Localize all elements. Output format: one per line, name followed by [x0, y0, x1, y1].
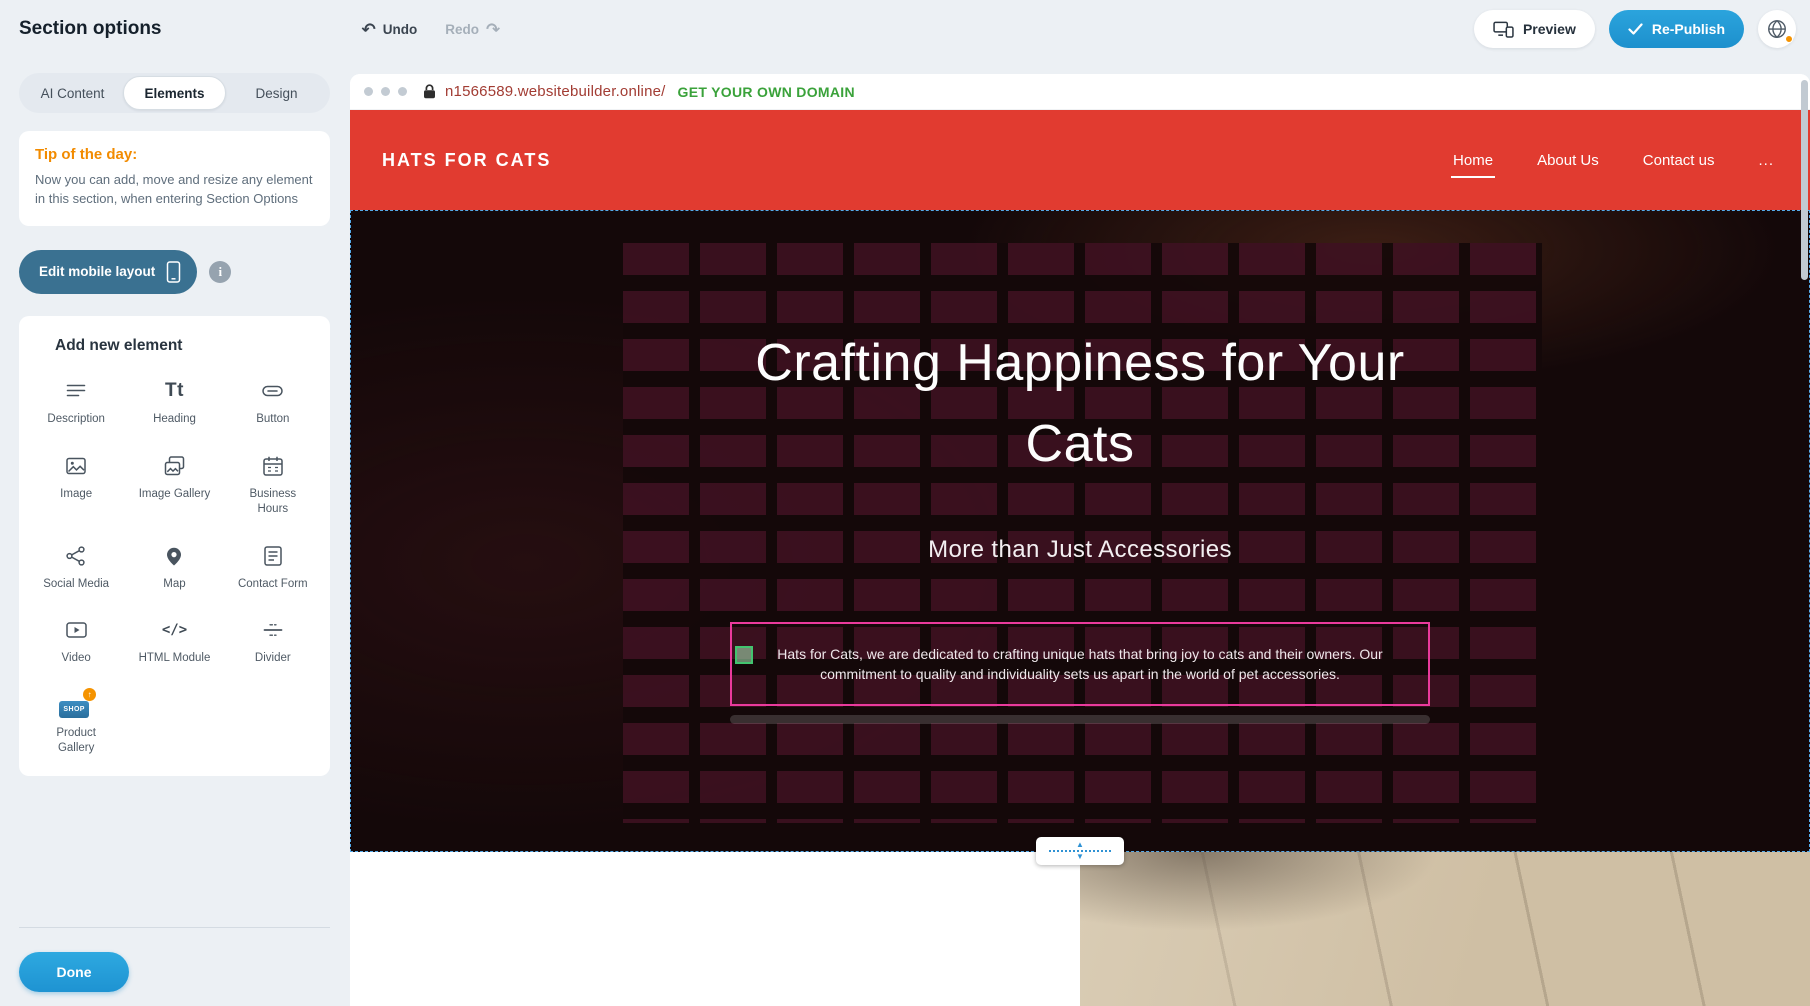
resize-handle-left[interactable] [735, 646, 753, 664]
undo-label: Undo [383, 22, 418, 37]
browser-chrome-bar: n1566589.websitebuilder.online/ GET YOUR… [350, 74, 1810, 110]
next-section [350, 852, 1810, 1006]
tab-design[interactable]: Design [226, 76, 327, 110]
edit-mobile-layout-label: Edit mobile layout [39, 264, 155, 279]
arrow-down-icon: ▼ [1076, 853, 1084, 861]
nav-home[interactable]: Home [1453, 152, 1493, 169]
element-image-gallery[interactable]: Image Gallery [125, 452, 223, 517]
get-your-own-domain-link[interactable]: GET YOUR OWN DOMAIN [678, 84, 855, 100]
arrow-up-icon: ▲ [1076, 841, 1084, 849]
button-icon [260, 377, 285, 405]
hero-section-selected[interactable]: Crafting Happiness for Your Cats More th… [350, 210, 1810, 852]
share-icon [64, 542, 88, 570]
nav-contact-us[interactable]: Contact us [1643, 152, 1715, 169]
undo-button[interactable]: ↶ Undo [362, 21, 418, 38]
undo-icon: ↶ [362, 21, 376, 38]
phone-icon [166, 261, 181, 283]
scrollbar-thumb[interactable] [1801, 80, 1808, 280]
language-globe-button[interactable] [1758, 10, 1796, 48]
map-pin-icon [162, 542, 186, 570]
edit-mobile-layout-button[interactable]: Edit mobile layout [19, 250, 197, 294]
undo-redo-group: ↶ Undo Redo ↷ [362, 21, 501, 38]
ground-photo [1080, 852, 1810, 1006]
site-header: HATS FOR CATS Home About Us Contact us .… [350, 110, 1810, 210]
site-nav: Home About Us Contact us ... [1453, 152, 1774, 169]
lock-icon [423, 84, 436, 99]
window-dots [364, 87, 407, 96]
element-description[interactable]: Description [27, 377, 125, 427]
tip-of-the-day-card: Tip of the day: Now you can add, move an… [19, 131, 330, 226]
element-video[interactable]: Video [27, 616, 125, 666]
window-dot [381, 87, 390, 96]
image-icon [64, 452, 88, 480]
tip-body: Now you can add, move and resize any ele… [35, 171, 314, 209]
upgrade-badge-icon: ↑ [83, 688, 96, 701]
mobile-layout-row: Edit mobile layout i [19, 250, 330, 294]
element-heading[interactable]: Tt Heading [125, 377, 223, 427]
element-grid: Description Tt Heading Button [27, 377, 322, 757]
add-element-panel: Add new element Description Tt Heading [19, 316, 330, 777]
faint-slider-bar [730, 715, 1430, 724]
element-button[interactable]: Button [224, 377, 322, 427]
info-icon[interactable]: i [209, 261, 231, 283]
site-url[interactable]: n1566589.websitebuilder.online/ [445, 83, 666, 100]
element-html-module[interactable]: </> HTML Module [125, 616, 223, 666]
tab-ai-content[interactable]: AI Content [22, 76, 123, 110]
code-icon: </> [162, 616, 187, 644]
redo-icon: ↷ [486, 21, 500, 38]
tab-elements[interactable]: Elements [123, 76, 226, 110]
hero-text-block-selected[interactable]: Hats for Cats, we are dedicated to craft… [730, 622, 1430, 706]
shop-icon: SHOP ↑ [59, 691, 93, 719]
window-dot [398, 87, 407, 96]
element-divider[interactable]: Divider [224, 616, 322, 666]
hero-paragraph: Hats for Cats, we are dedicated to craft… [746, 644, 1414, 685]
preview-label: Preview [1523, 21, 1576, 37]
done-button[interactable]: Done [19, 952, 129, 992]
tip-title: Tip of the day: [35, 146, 314, 163]
topbar-actions: Preview Re-Publish [1474, 10, 1796, 48]
calendar-icon [261, 452, 285, 480]
site-logo[interactable]: HATS FOR CATS [382, 150, 551, 171]
element-social-media[interactable]: Social Media [27, 542, 125, 592]
element-business-hours[interactable]: Business Hours [224, 452, 322, 517]
element-contact-form[interactable]: Contact Form [224, 542, 322, 592]
contact-form-icon [261, 542, 285, 570]
sidebar-divider [19, 927, 330, 928]
section-height-drag-handle[interactable]: ▲ ▼ [1036, 837, 1124, 865]
republish-label: Re-Publish [1652, 21, 1725, 37]
redo-button[interactable]: Redo ↷ [445, 21, 500, 38]
page-title: Section options [19, 18, 162, 40]
video-icon [64, 616, 89, 644]
topbar: Section options ↶ Undo Redo ↷ P [0, 0, 1810, 58]
sidebar: AI Content Elements Design Tip of the da… [0, 58, 349, 1006]
check-icon [1628, 23, 1643, 35]
canvas-scrollbar [1801, 80, 1808, 1002]
element-image[interactable]: Image [27, 452, 125, 517]
image-gallery-icon [162, 452, 187, 480]
nav-about-us[interactable]: About Us [1537, 152, 1599, 169]
element-map[interactable]: Map [125, 542, 223, 592]
hero-content: Crafting Happiness for Your Cats More th… [351, 211, 1809, 851]
heading-icon: Tt [165, 377, 184, 405]
devices-icon [1493, 21, 1514, 38]
element-product-gallery[interactable]: SHOP ↑ Product Gallery [27, 691, 125, 756]
nav-more-button[interactable]: ... [1758, 152, 1774, 169]
divider-icon [261, 616, 285, 644]
notification-dot [1785, 35, 1793, 43]
sidebar-tabs: AI Content Elements Design [19, 73, 330, 113]
republish-button[interactable]: Re-Publish [1609, 10, 1744, 48]
app: Section options ↶ Undo Redo ↷ P [0, 0, 1810, 1006]
description-icon [64, 377, 88, 405]
preview-button[interactable]: Preview [1474, 10, 1595, 48]
hero-subheading[interactable]: More than Just Accessories [928, 536, 1232, 564]
add-element-title: Add new element [27, 337, 322, 355]
redo-label: Redo [445, 22, 479, 37]
window-dot [364, 87, 373, 96]
hero-heading[interactable]: Crafting Happiness for Your Cats [740, 323, 1420, 484]
editor-canvas: n1566589.websitebuilder.online/ GET YOUR… [350, 74, 1810, 1006]
